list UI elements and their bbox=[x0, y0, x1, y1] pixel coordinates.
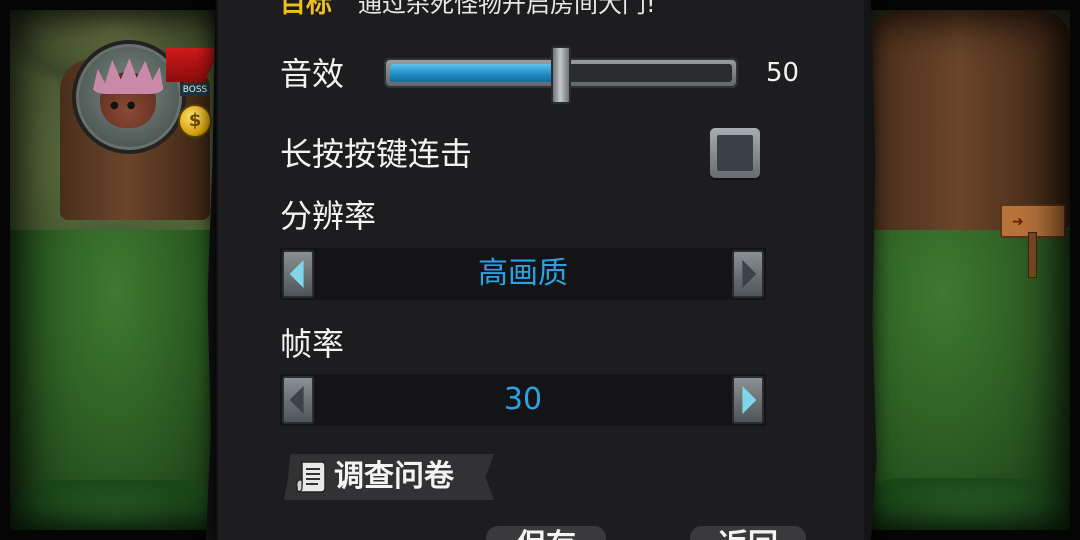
tree-trunk-right bbox=[870, 10, 1070, 230]
objective-text: 通过杀死怪物开启房间大门! bbox=[358, 0, 656, 18]
framerate-value: 30 bbox=[503, 382, 543, 417]
signpost: ➜ bbox=[1000, 198, 1070, 280]
scroll-icon bbox=[296, 461, 326, 493]
triangle-left-icon bbox=[289, 386, 304, 414]
triangle-left-icon bbox=[289, 260, 304, 288]
hold-combo-checkbox-box bbox=[717, 135, 753, 171]
save-button[interactable]: 保存 bbox=[486, 526, 606, 540]
triangle-right-icon bbox=[742, 260, 757, 288]
survey-label[interactable]: 调查问卷 bbox=[334, 454, 454, 500]
resolution-selector: 高画质 bbox=[280, 248, 766, 300]
signpost-pole bbox=[1028, 232, 1037, 278]
sound-slider-handle[interactable] bbox=[551, 46, 571, 104]
resolution-value: 高画质 bbox=[478, 256, 568, 291]
resolution-prev-button[interactable] bbox=[282, 250, 314, 298]
framerate-next-button[interactable] bbox=[732, 376, 764, 424]
triangle-right-icon bbox=[742, 386, 757, 414]
back-button[interactable]: 返回 bbox=[690, 526, 806, 540]
bush-left bbox=[10, 480, 220, 540]
objective-tag: 目标 bbox=[280, 0, 333, 19]
bush-right bbox=[860, 478, 1070, 538]
health-label: BOSS bbox=[180, 84, 210, 96]
resolution-label: 分辨率 bbox=[280, 197, 377, 235]
hold-combo-label: 长按按键连击 bbox=[280, 135, 473, 173]
avatar-eyes: ●● bbox=[110, 100, 144, 111]
framerate-prev-button[interactable] bbox=[282, 376, 314, 424]
hold-combo-checkbox[interactable] bbox=[710, 128, 760, 178]
coin-icon: $ bbox=[178, 104, 212, 138]
sound-slider-fill bbox=[390, 64, 561, 82]
game-screen: ➜ ●● BOSS $ 目标 通过杀死怪物开启房间大门! 音效 50 长按按键连… bbox=[0, 0, 1080, 540]
framerate-selector: 30 bbox=[280, 374, 766, 426]
signpost-arrow-icon: ➜ bbox=[1012, 214, 1024, 230]
resolution-next-button[interactable] bbox=[732, 250, 764, 298]
avatar-hair bbox=[92, 58, 164, 94]
objective-hint: 目标 通过杀死怪物开启房间大门! bbox=[280, 0, 656, 19]
framerate-label: 帧率 bbox=[280, 325, 345, 363]
sound-value: 50 bbox=[766, 58, 800, 88]
sound-label: 音效 bbox=[280, 55, 345, 93]
sound-slider[interactable] bbox=[384, 46, 738, 104]
